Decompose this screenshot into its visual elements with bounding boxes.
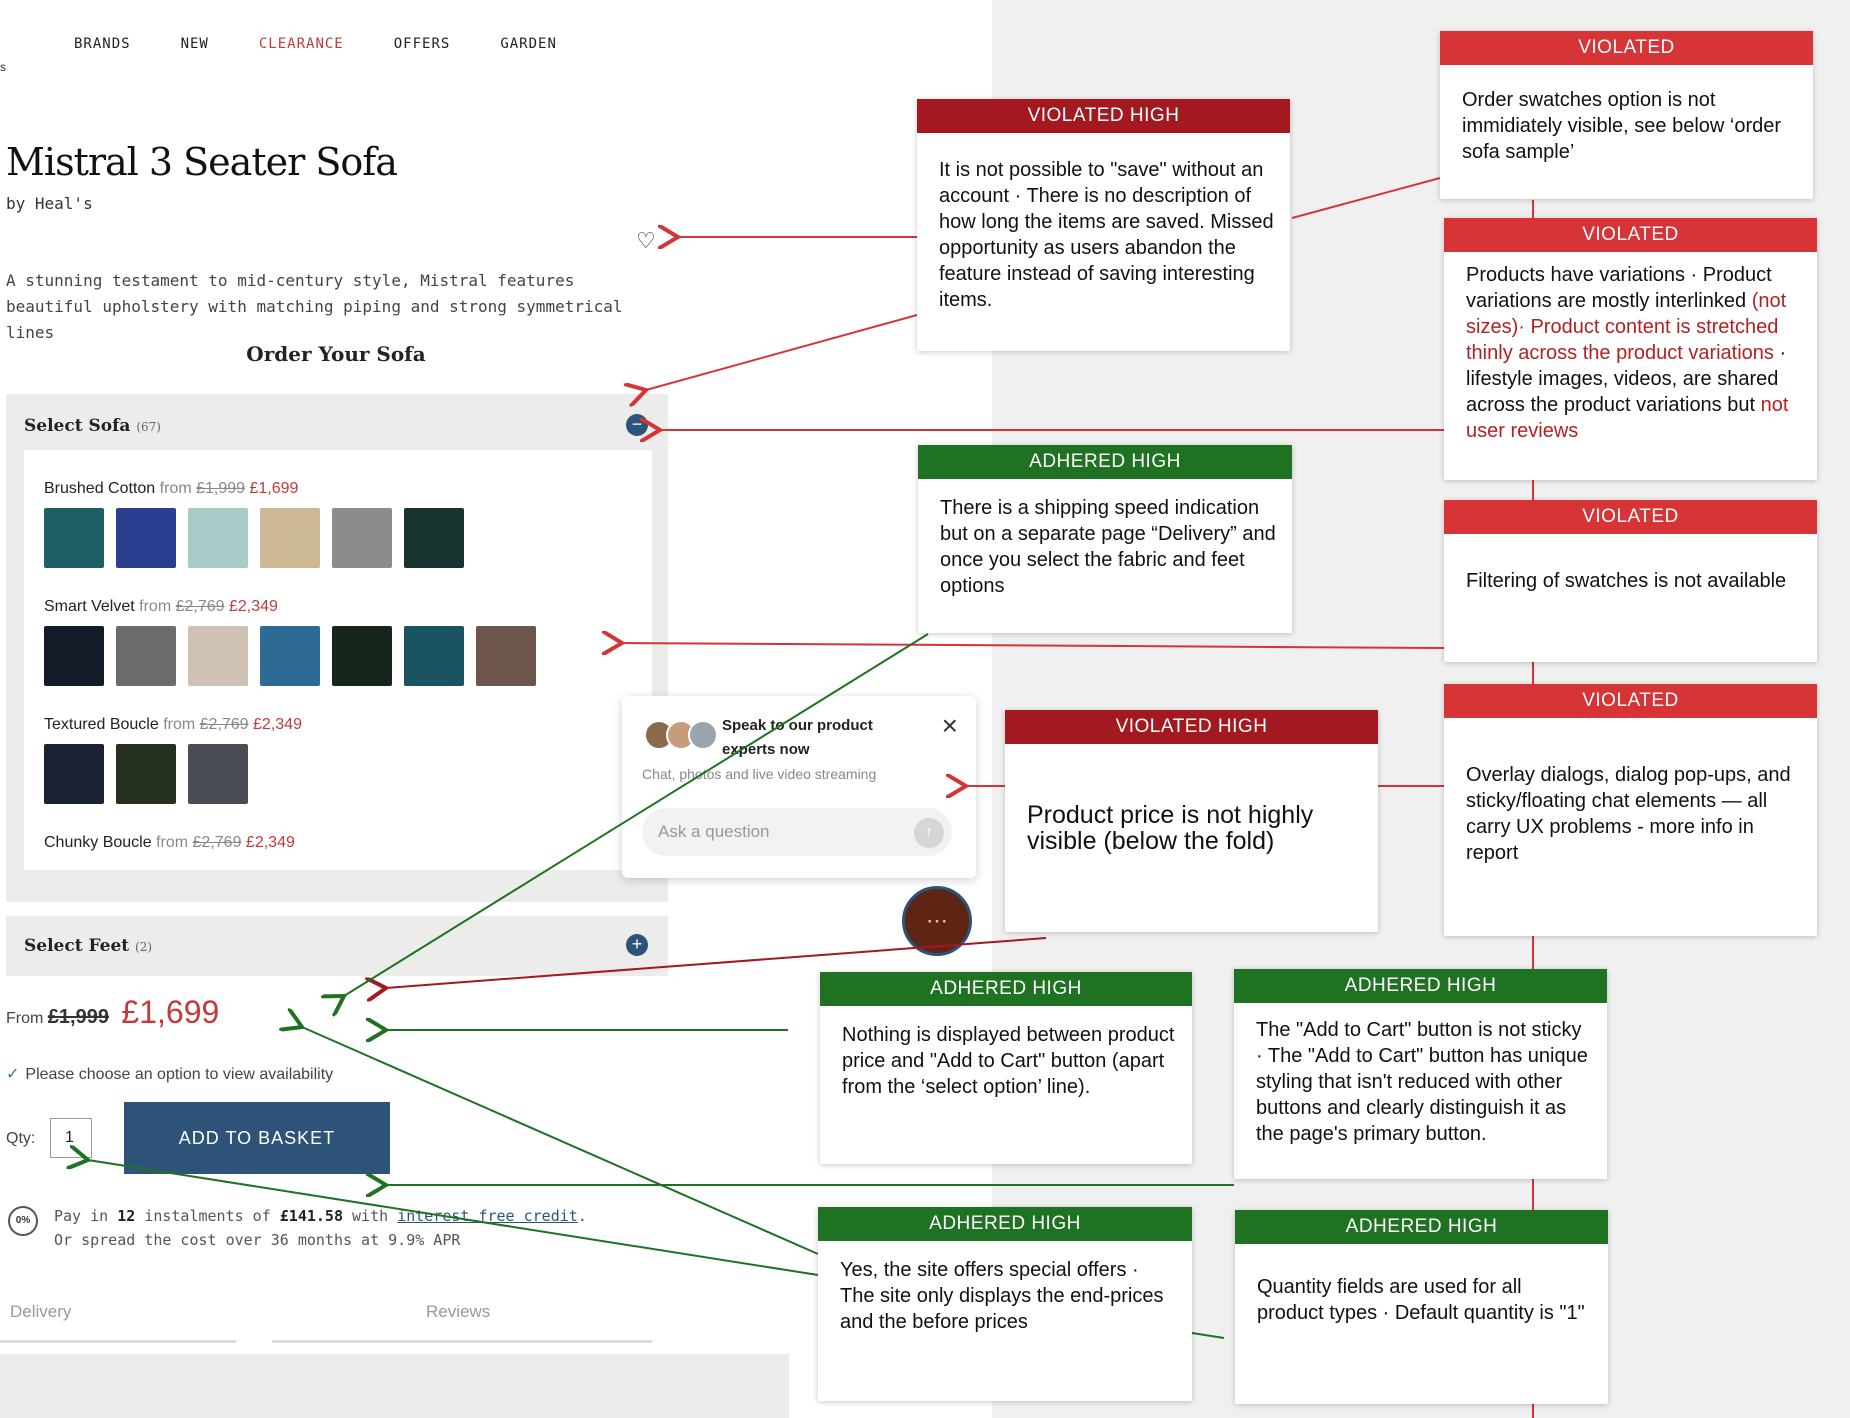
annotation-header: VIOLATED <box>1444 684 1817 718</box>
annotation-add-to-cart: ADHERED HIGH The "Add to Cart" button is… <box>1234 969 1607 1179</box>
annotation-header: ADHERED HIGH <box>1235 1210 1608 1244</box>
annotation-body: It is not possible to "save" without an … <box>939 159 1274 311</box>
annotation-order-swatches: VIOLATED Order swatches option is not im… <box>1440 31 1813 199</box>
annotation-body: Product price is not highly visible (bel… <box>1027 801 1314 855</box>
annotation-price-to-cart: ADHERED HIGH Nothing is displayed betwee… <box>820 972 1192 1164</box>
connector <box>646 314 918 390</box>
annotation-text: Products have variations · Product varia… <box>1466 264 1772 312</box>
annotation-header: VIOLATED HIGH <box>1005 710 1378 744</box>
annotation-price-visibility: VIOLATED HIGH Product price is not highl… <box>1005 710 1378 932</box>
annotation-header: ADHERED HIGH <box>918 445 1292 479</box>
annotation-body: Filtering of swatches is not available <box>1466 570 1787 592</box>
annotation-body: The "Add to Cart" button is not sticky ·… <box>1256 1019 1588 1145</box>
annotation-swatch-filtering: VIOLATED Filtering of swatches is not av… <box>1444 500 1817 662</box>
annotation-body: Order swatches option is not immidiately… <box>1462 89 1782 163</box>
annotation-header: ADHERED HIGH <box>820 972 1192 1006</box>
annotation-body: Products have variations · Product varia… <box>1466 262 1801 444</box>
connector <box>622 643 1445 648</box>
annotation-body: Nothing is displayed between product pri… <box>842 1024 1175 1098</box>
annotation-header: VIOLATED HIGH <box>917 99 1290 133</box>
connector <box>1191 1332 1225 1339</box>
annotation-overlay-dialogs: VIOLATED Overlay dialogs, dialog pop-ups… <box>1444 684 1817 936</box>
connector <box>302 1027 819 1255</box>
annotation-header: VIOLATED <box>1444 500 1817 534</box>
annotation-body: Quantity fields are used for all product… <box>1257 1276 1585 1324</box>
annotation-header: ADHERED HIGH <box>818 1207 1192 1241</box>
annotation-body: Yes, the site offers special offers · Th… <box>840 1259 1164 1333</box>
annotation-shipping-speed: ADHERED HIGH There is a shipping speed i… <box>918 445 1292 633</box>
annotation-header: ADHERED HIGH <box>1234 969 1607 1003</box>
connector <box>88 1160 818 1262</box>
connector <box>344 633 929 996</box>
annotation-header: VIOLATED <box>1440 31 1813 65</box>
connector <box>1291 177 1441 219</box>
annotation-variations: VIOLATED Products have variations · Prod… <box>1444 218 1817 480</box>
annotation-quantity: ADHERED HIGH Quantity fields are used fo… <box>1235 1210 1608 1404</box>
annotation-save-feature: VIOLATED HIGH It is not possible to "sav… <box>917 99 1290 351</box>
annotation-header: VIOLATED <box>1444 218 1817 252</box>
annotation-body: Overlay dialogs, dialog pop-ups, and sti… <box>1466 764 1791 864</box>
annotation-body: There is a shipping speed indication but… <box>940 497 1276 597</box>
connector <box>88 1160 819 1276</box>
annotation-special-offers: ADHERED HIGH Yes, the site offers specia… <box>818 1207 1192 1401</box>
